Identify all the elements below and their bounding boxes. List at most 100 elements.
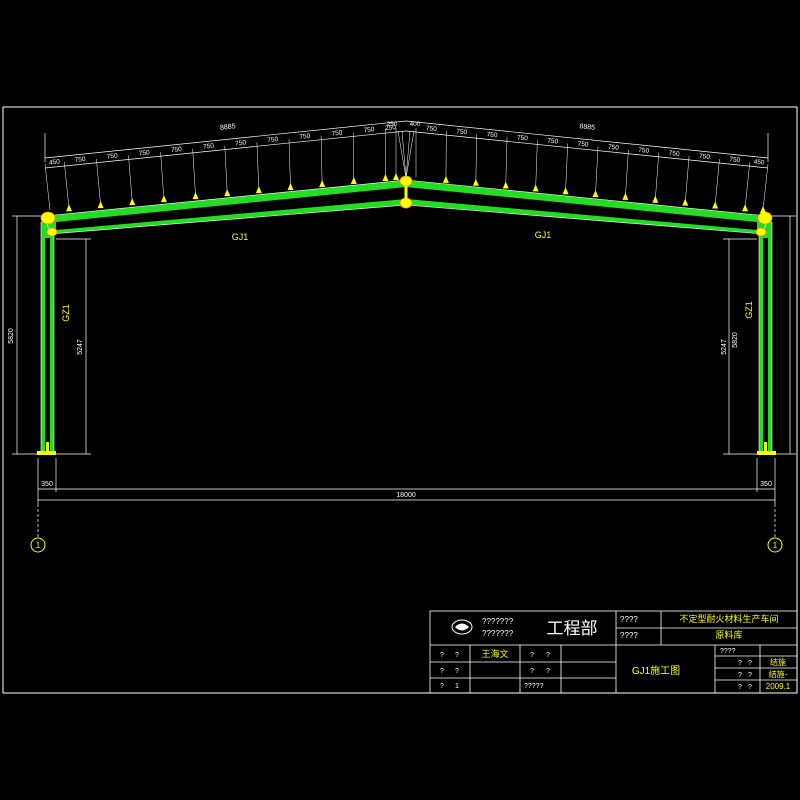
spacing-label: 750 xyxy=(203,143,215,151)
purlin-leader xyxy=(192,148,196,197)
dim-left-inner-height: 5247 xyxy=(77,339,84,355)
drawing-canvas: 8885 8885 450 750 750 750 750 750 750 750 750 750… xyxy=(2,106,798,694)
purlin xyxy=(382,174,389,182)
company-line1: ??????? xyxy=(482,617,514,626)
purlin-leader xyxy=(320,135,323,185)
purlin-leader xyxy=(128,155,133,203)
tb-right-r2-value: 2009.1 xyxy=(766,682,791,691)
purlin xyxy=(192,192,199,200)
subproject-label: ???? xyxy=(620,631,638,640)
purlin xyxy=(652,195,659,203)
left-knee-plate xyxy=(46,227,58,237)
spacing-label: 750 xyxy=(331,129,343,137)
tb-r0-c5: ? xyxy=(546,652,550,659)
tb-r0-c2: ? xyxy=(455,652,459,659)
purlin xyxy=(224,189,231,197)
tb-right-r1-c2: ? xyxy=(748,672,752,679)
tb-right-r2-c2: ? xyxy=(748,684,752,691)
purlin-leader xyxy=(625,149,629,197)
label-column-left: GZ1 xyxy=(61,304,71,322)
label-column-right: GZ1 xyxy=(744,301,754,319)
purlin xyxy=(287,183,294,191)
dim-right-outer-height: 5820 xyxy=(732,332,739,348)
tb-r2-c1: ? xyxy=(440,683,444,690)
tb-right-r0-c1: ? xyxy=(738,660,742,667)
purlin-leader xyxy=(684,155,690,203)
dim-right-base: 350 xyxy=(760,481,772,488)
purlin-leader xyxy=(595,146,599,195)
tb-r1-c1: ? xyxy=(440,668,444,675)
spacing-label-center: 400 xyxy=(410,121,421,128)
purlin-leader xyxy=(744,162,751,209)
company-line2: ??????? xyxy=(482,629,514,638)
spacing-label: 750 xyxy=(517,134,529,142)
purlin-leader xyxy=(475,134,477,183)
left-column-web xyxy=(45,238,50,452)
purlin xyxy=(682,198,689,206)
purlin xyxy=(319,180,326,188)
spacing-label: 450 xyxy=(49,158,61,166)
spacing-label: 750 xyxy=(577,141,589,149)
axis-label-right: 1 xyxy=(773,541,778,550)
left-knee-joint xyxy=(40,211,56,225)
right-knee-plate xyxy=(755,227,767,237)
purlin-leader xyxy=(762,163,769,211)
tb-r0-c4: ? xyxy=(530,652,534,659)
ridge-leader xyxy=(405,130,411,179)
department-title: 工程部 xyxy=(547,619,598,638)
purlin xyxy=(712,201,719,209)
axis-label-left: 1 xyxy=(36,541,41,550)
dim-span: 18000 xyxy=(396,492,416,499)
project-label: ???? xyxy=(620,615,638,624)
spacing-label: 750 xyxy=(486,131,498,139)
purlin-leader xyxy=(352,132,355,182)
tb-right-r1-c1: ? xyxy=(738,672,742,679)
purlin-leader xyxy=(535,140,538,189)
right-column-web xyxy=(763,238,768,452)
purlin-leader xyxy=(96,158,101,206)
tb-r0-c3: 王海文 xyxy=(481,648,508,659)
purlin-leader xyxy=(256,142,260,191)
spacing-label: 750 xyxy=(363,126,375,134)
label-rafter-left: GJ1 xyxy=(232,232,249,242)
purlin-leader xyxy=(655,152,660,200)
dim-top-right-total: 8885 xyxy=(579,123,595,132)
purlin xyxy=(393,173,399,180)
purlin xyxy=(532,184,539,192)
purlin xyxy=(622,192,629,200)
purlin-leader xyxy=(714,159,720,206)
tb-right-r0-value: 结施 xyxy=(770,657,786,667)
purlin-leader xyxy=(565,143,568,192)
drawing-name: GJ1施工图 xyxy=(632,664,680,677)
purlin xyxy=(592,190,599,198)
spacing-label: 750 xyxy=(139,149,151,157)
tb-right-r1-value: 结施- xyxy=(769,669,788,679)
spacing-label: 750 xyxy=(699,153,711,161)
purlin xyxy=(442,175,449,183)
purlin xyxy=(562,187,569,195)
spacing-label: 750 xyxy=(106,153,118,161)
spacing-label: 750 xyxy=(74,156,86,164)
label-rafter-right: GJ1 xyxy=(535,230,552,240)
project-name: 不定型耐火材料生产车间 xyxy=(679,613,778,624)
top-dimensions xyxy=(44,120,769,169)
spacing-label: 750 xyxy=(608,144,620,152)
spacing-label: 750 xyxy=(638,147,650,155)
spacing-label: 750 xyxy=(171,146,183,154)
purlin xyxy=(502,181,509,189)
purlin xyxy=(255,186,262,194)
purlin xyxy=(760,206,766,213)
purlin xyxy=(97,201,104,209)
spacing-label: 750 xyxy=(426,125,438,133)
purlin-leader xyxy=(44,163,51,211)
ridge-leader xyxy=(405,130,415,179)
side-dimensions xyxy=(12,215,796,455)
spacing-label-center: 250 xyxy=(387,121,398,128)
tb-r2-c2: 1 xyxy=(455,683,459,690)
purlin-leader xyxy=(64,161,70,209)
purlin-leader xyxy=(288,138,291,188)
spacing-label: 450 xyxy=(753,159,765,167)
dim-left-base: 350 xyxy=(41,481,53,488)
purlin xyxy=(472,178,479,186)
tb-right-r2-c1: ? xyxy=(738,684,742,691)
